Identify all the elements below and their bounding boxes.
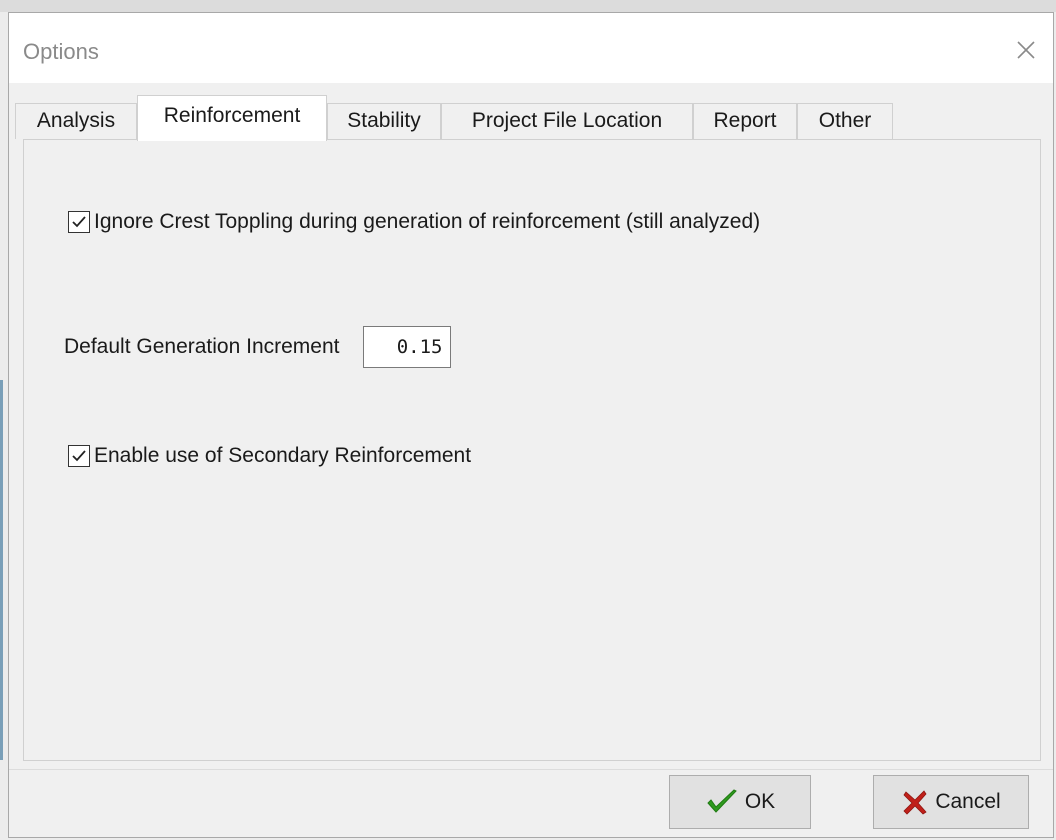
checkmark-icon xyxy=(707,789,737,813)
reinforcement-panel: Ignore Crest Toppling during generation … xyxy=(23,139,1041,761)
window-title: Options xyxy=(23,39,99,64)
tab-stability[interactable]: Stability xyxy=(327,103,441,139)
generation-increment-input[interactable] xyxy=(363,326,452,368)
ok-button-label: OK xyxy=(744,790,776,813)
backdrop-strip xyxy=(0,0,1056,12)
generation-increment-label: Default Generation Increment xyxy=(64,335,340,358)
enable-secondary-checkbox[interactable] xyxy=(68,445,90,467)
ignore-crest-toppling-label: Ignore Crest Toppling during generation … xyxy=(94,210,761,233)
footer-divider xyxy=(9,769,1053,770)
cancel-button[interactable]: Cancel xyxy=(873,775,1029,829)
background-window-edge xyxy=(0,380,3,760)
tab-analysis[interactable]: Analysis xyxy=(15,103,137,139)
tab-reinforcement[interactable]: Reinforcement xyxy=(137,95,327,141)
ignore-crest-toppling-checkbox[interactable] xyxy=(68,211,90,233)
close-icon[interactable] xyxy=(1013,37,1039,63)
options-dialog: Options Analysis Reinforcement Stability… xyxy=(8,12,1054,838)
ignore-crest-toppling-row: Ignore Crest Toppling during generation … xyxy=(68,210,760,234)
enable-secondary-row: Enable use of Secondary Reinforcement xyxy=(68,444,471,468)
tab-project-file-location[interactable]: Project File Location xyxy=(441,103,693,139)
cancel-button-label: Cancel xyxy=(935,790,1001,813)
checkmark-icon xyxy=(72,216,86,228)
tab-other[interactable]: Other xyxy=(797,103,893,139)
x-icon xyxy=(903,790,927,815)
tab-report[interactable]: Report xyxy=(693,103,797,139)
checkmark-icon xyxy=(72,450,86,462)
ok-button[interactable]: OK xyxy=(669,775,811,829)
generation-increment-row: Default Generation Increment xyxy=(64,326,452,368)
enable-secondary-label: Enable use of Secondary Reinforcement xyxy=(94,444,472,467)
title-bar: Options xyxy=(9,13,1053,83)
tab-strip: Analysis Reinforcement Stability Project… xyxy=(15,85,1045,141)
